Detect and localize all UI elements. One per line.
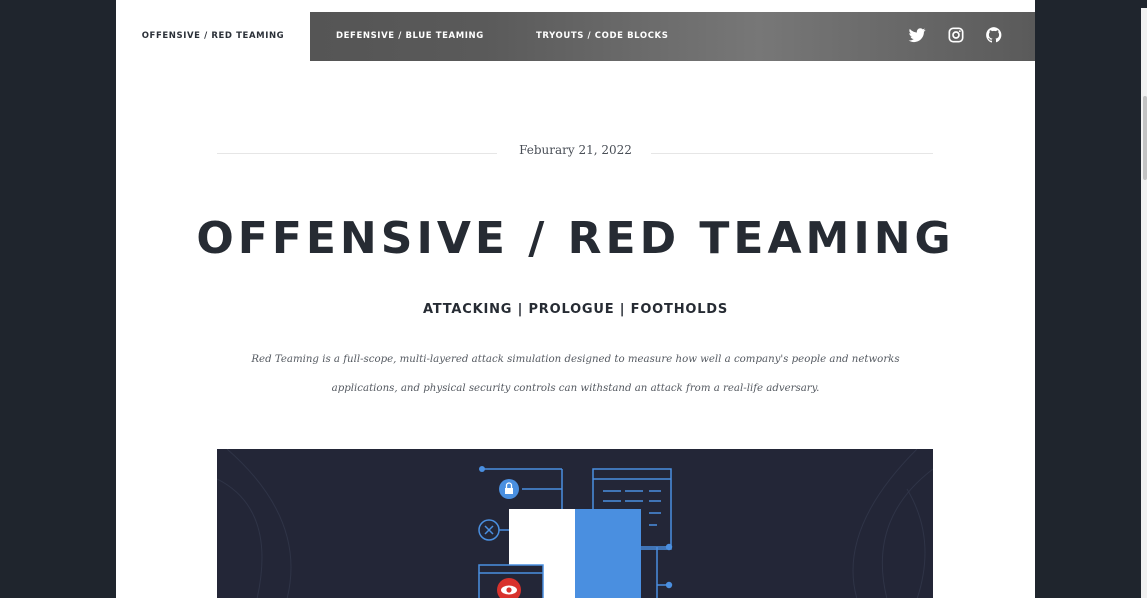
tab-offensive-red-teaming[interactable]: OFFENSIVE / RED TEAMING xyxy=(116,12,310,61)
github-icon[interactable] xyxy=(984,25,1004,45)
connector-dot-top xyxy=(479,466,485,472)
post-description: Red Teaming is a full-scope, multi-layer… xyxy=(251,354,900,394)
instagram-icon[interactable] xyxy=(946,25,966,45)
tab-tryouts-code-blocks[interactable]: TRYOUTS / CODE BLOCKS xyxy=(536,12,668,61)
right-margin xyxy=(1035,0,1147,598)
lock-icon-body xyxy=(505,488,513,494)
tab-defensive-blue-teaming[interactable]: DEFENSIVE / BLUE TEAMING xyxy=(336,12,484,61)
hero-illustration-graphic xyxy=(217,449,933,598)
left-margin xyxy=(0,0,116,598)
twitter-icon[interactable] xyxy=(907,25,927,45)
blue-block xyxy=(575,509,641,598)
browser-top-edge xyxy=(0,0,1147,8)
hero-illustration xyxy=(217,449,933,598)
scrollbar-thumb[interactable] xyxy=(1143,96,1147,180)
main-content: OFFENSIVE / RED TEAMING DEFENSIVE / BLUE… xyxy=(116,8,1035,598)
top-navigation: OFFENSIVE / RED TEAMING DEFENSIVE / BLUE… xyxy=(116,12,1035,61)
page-subtitle: ATTACKING | PROLOGUE | FOOTHOLDS xyxy=(422,302,729,317)
post-date: Feburary 21, 2022 xyxy=(519,143,632,157)
connector-dot-right-2 xyxy=(665,581,673,589)
connector-dot-right-1 xyxy=(665,543,673,551)
page-title: OFFENSIVE / RED TEAMING xyxy=(196,213,955,264)
